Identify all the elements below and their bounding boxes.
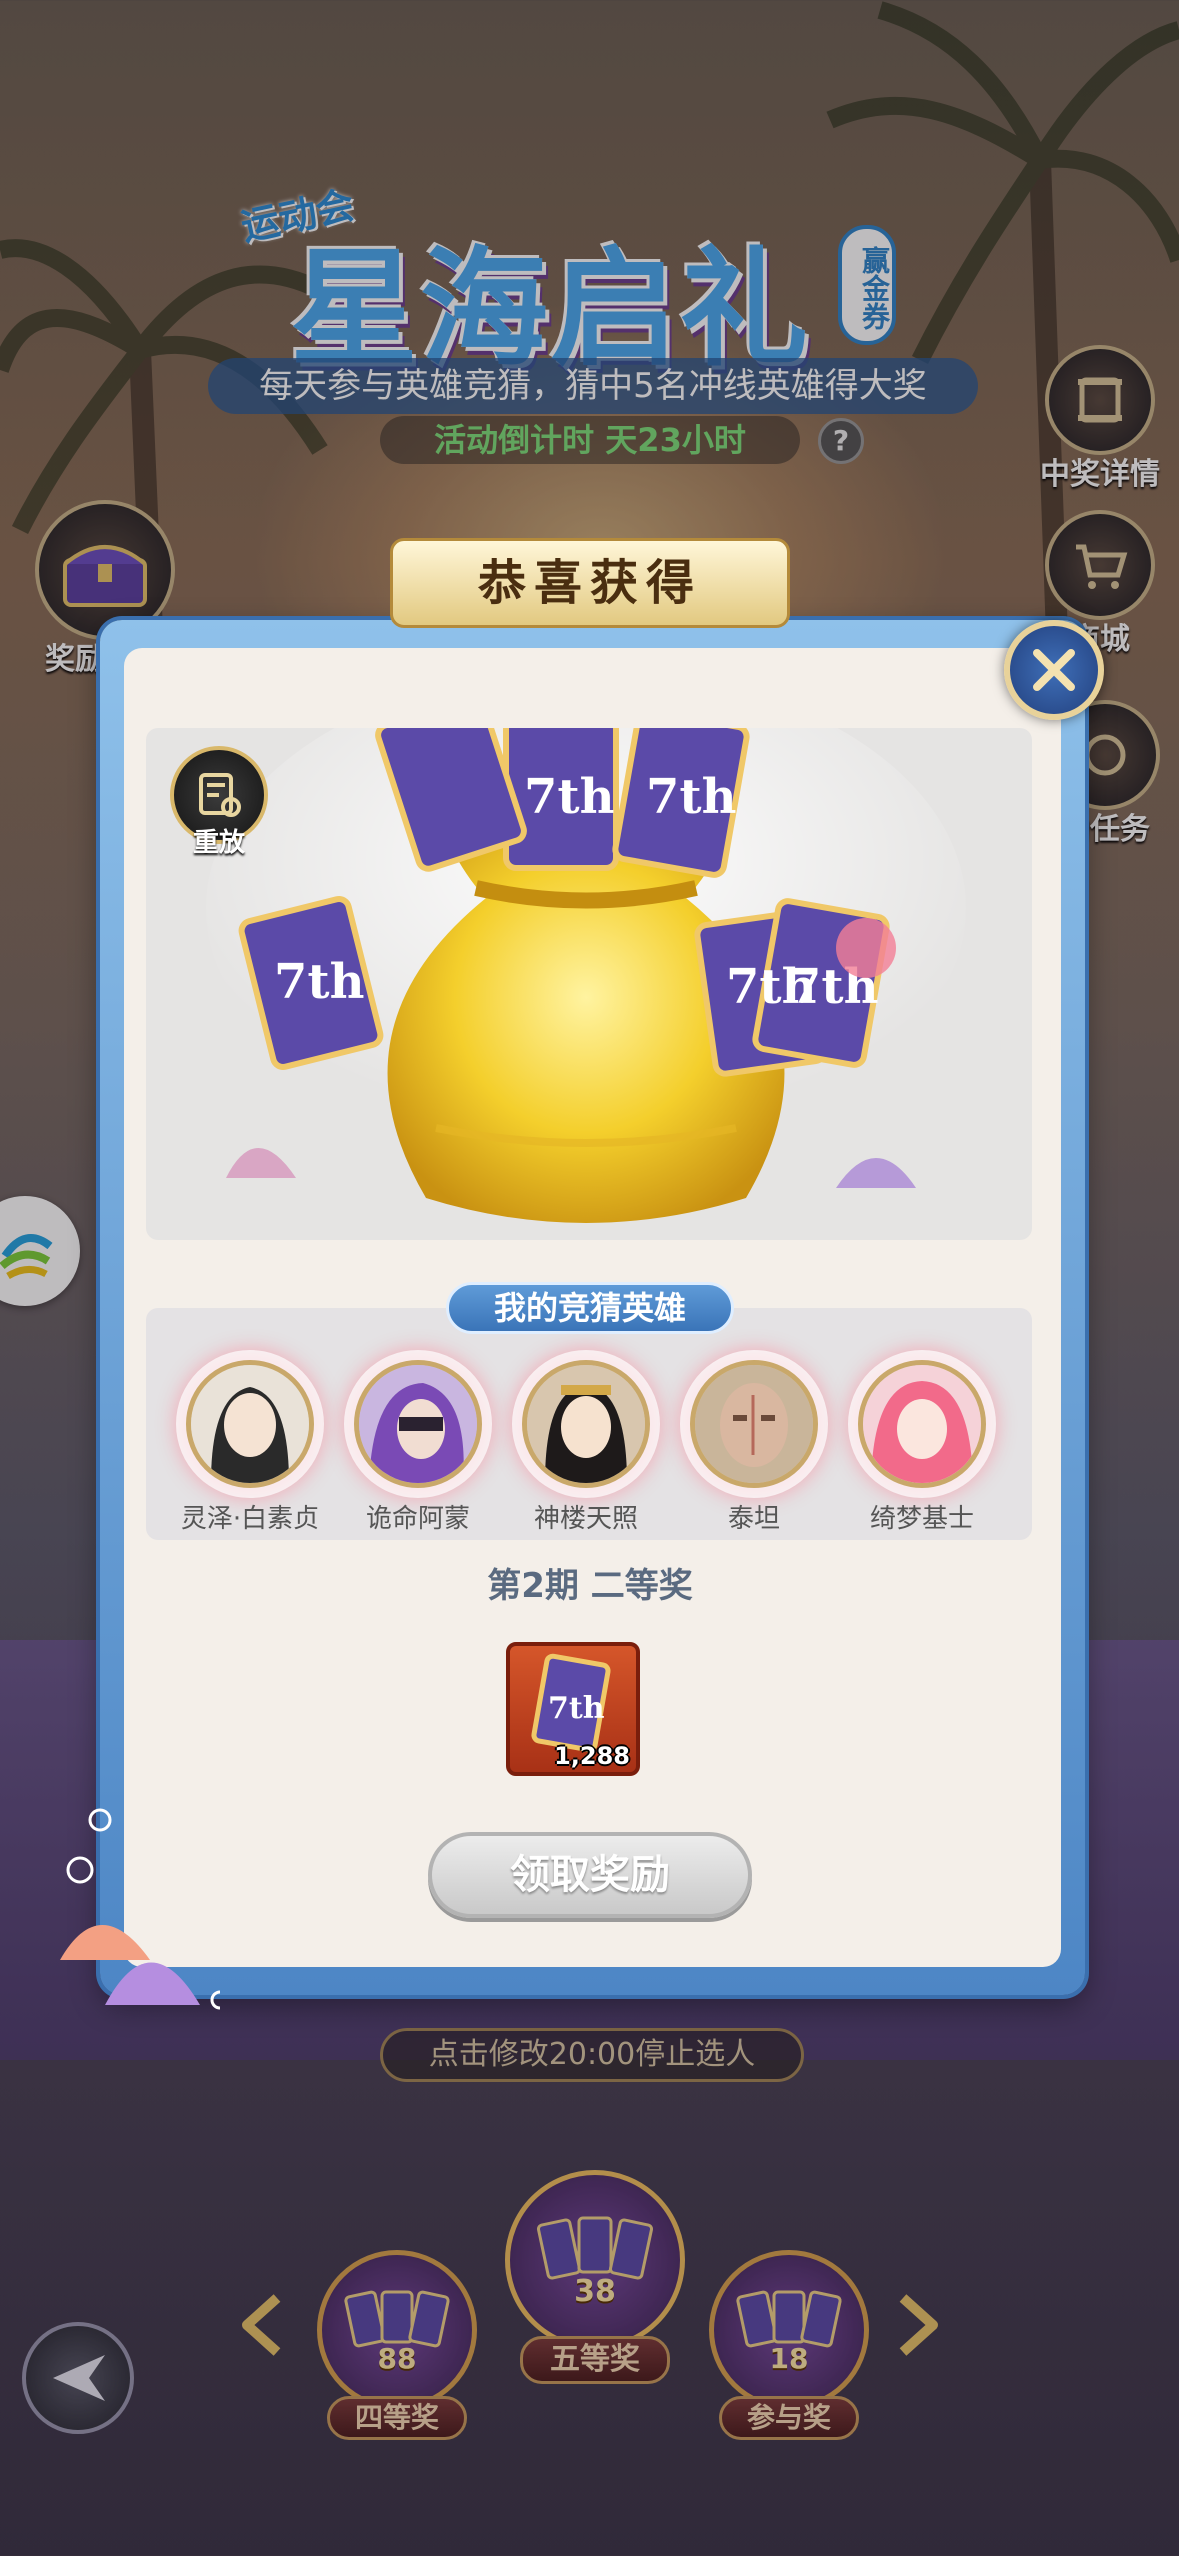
svg-text:7th: 7th (524, 769, 614, 825)
hero-avatar (522, 1360, 650, 1488)
hero-avatar (690, 1360, 818, 1488)
close-button[interactable] (1004, 620, 1104, 720)
hero-name: 泰坦 (727, 1504, 780, 1534)
svg-text:7th: 7th (274, 954, 364, 1010)
heroes-header: 我的竞猜英雄 (446, 1282, 734, 1334)
hero-name: 灵泽·白素贞 (180, 1504, 320, 1534)
claim-reward-button[interactable]: 领取奖励 (428, 1832, 752, 1918)
shell-decoration (60, 1808, 220, 2010)
hero-card[interactable]: 灵泽·白素贞 (175, 1360, 325, 1535)
hero-name: 绮梦基士 (869, 1504, 974, 1534)
hero-card[interactable]: 泰坦 (679, 1360, 829, 1535)
reward-animation-area: 7th 7th 7th 7th 7th (146, 728, 1032, 1240)
replay-button[interactable]: 重放 (164, 746, 274, 866)
period-prize-label: 第2期 二等奖 (487, 1566, 693, 1606)
reward-item[interactable]: 7th 1,288 (506, 1642, 640, 1776)
hero-card[interactable]: 绮梦基士 (847, 1360, 997, 1535)
svg-text:7th: 7th (548, 1691, 605, 1726)
svg-text:7th: 7th (646, 769, 736, 825)
hero-name: 诡命阿蒙 (365, 1504, 470, 1534)
hero-card[interactable]: 神楼天照 (511, 1360, 661, 1535)
close-icon (1033, 649, 1075, 691)
hero-avatar (858, 1360, 986, 1488)
congrats-text: 恭喜获得 (477, 555, 702, 611)
hero-card[interactable]: 诡命阿蒙 (343, 1360, 493, 1535)
hero-avatar (186, 1360, 314, 1488)
hero-name: 神楼天照 (533, 1504, 638, 1534)
congrats-banner: 恭喜获得 (390, 538, 790, 628)
hero-avatar (354, 1360, 482, 1488)
gold-bag-illustration: 7th 7th 7th 7th 7th (206, 728, 966, 1223)
replay-label: 重放 (192, 828, 245, 858)
reward-count: 1,288 (554, 1742, 630, 1770)
